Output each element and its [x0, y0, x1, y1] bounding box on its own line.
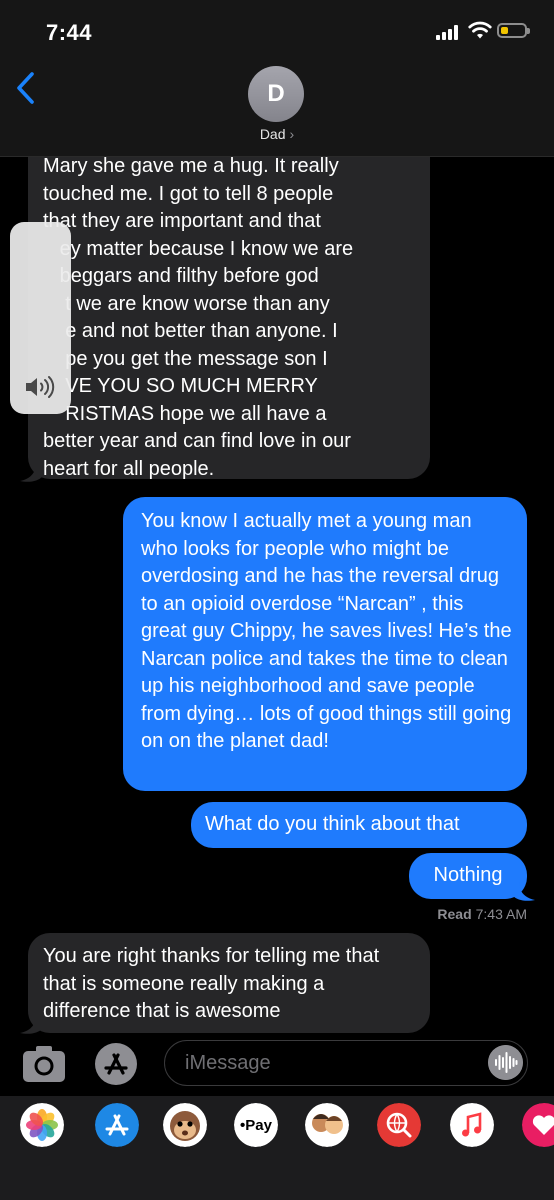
bubble-tail-icon: [20, 463, 42, 482]
read-time: 7:43 AM: [475, 906, 527, 922]
message-line: Mary she gave me a hug. It really: [43, 157, 339, 177]
message-bubble-incoming[interactable]: Mary she gave me a hug. It really touche…: [28, 157, 430, 480]
message-bubble-outgoing[interactable]: Nothing: [409, 853, 527, 899]
app-store-apps-icon[interactable]: [94, 1042, 138, 1086]
message-line: better year and can find love in our: [43, 430, 351, 452]
chevron-right-icon: ›: [289, 126, 295, 142]
wifi-icon: [468, 21, 492, 39]
bubble-tail-icon: [513, 882, 535, 901]
message-thread[interactable]: Mary she gave me a hug. It really touche…: [0, 157, 554, 1034]
app-drawer: • Pay: [0, 1096, 554, 1200]
cellular-signal-icon: [436, 24, 460, 40]
status-bar: 7:44: [0, 0, 554, 60]
contact-avatar[interactable]: D: [248, 66, 304, 122]
battery-icon: [497, 23, 530, 38]
volume-hud: [10, 222, 71, 414]
audio-message-icon[interactable]: [488, 1045, 523, 1080]
conversation-header: D Dad ›: [0, 60, 554, 157]
message-line: VE YOU SO MUCH MERRY: [43, 375, 318, 397]
message-line: beggars and filthy before god: [43, 265, 319, 287]
message-text: You know I actually met a young man who …: [141, 510, 512, 752]
heart-sticker-icon[interactable]: [522, 1103, 554, 1147]
read-label: Read: [437, 906, 472, 922]
message-bubble-outgoing[interactable]: You know I actually met a young man who …: [123, 497, 527, 791]
input-bar: [0, 1034, 554, 1096]
music-icon[interactable]: [450, 1103, 494, 1147]
web-search-icon[interactable]: [377, 1103, 421, 1147]
battery-level: [501, 27, 508, 34]
message-text: You are right thanks for telling me that…: [43, 945, 380, 1022]
message-line: pe you get the message son I: [43, 347, 328, 370]
message-line: ey matter because I know we are: [43, 237, 354, 260]
message-line: RISTMAS hope we all have a: [43, 402, 327, 425]
speaker-volume-icon: [26, 376, 55, 398]
animoji-icon[interactable]: [163, 1103, 207, 1147]
status-time: 7:44: [46, 20, 93, 45]
contact-name-button[interactable]: Dad ›: [0, 126, 554, 142]
message-input[interactable]: [183, 1041, 477, 1086]
bubble-tail-icon: [20, 1015, 42, 1034]
message-text: What do you think about that: [205, 813, 460, 835]
photos-icon[interactable]: [20, 1103, 64, 1147]
read-receipt: Read 7:43 AM: [437, 906, 527, 922]
message-text: Nothing: [433, 864, 503, 886]
message-line: heart for all people.: [43, 457, 215, 480]
avatar-initial: D: [267, 80, 285, 107]
contact-name: Dad: [259, 126, 286, 142]
apple-pay-icon[interactable]: [234, 1103, 278, 1147]
message-bubble-outgoing[interactable]: What do you think about that: [191, 802, 527, 848]
message-line: t we are know worse than any: [43, 292, 330, 315]
camera-icon[interactable]: [22, 1044, 66, 1084]
message-input-container: [164, 1040, 528, 1086]
message-bubble-incoming[interactable]: You are right thanks for telling me that…: [28, 933, 430, 1033]
message-line: that they are important and that: [43, 210, 321, 232]
message-line: touched me. I got to tell 8 people: [43, 182, 334, 205]
memoji-icon[interactable]: [305, 1103, 349, 1147]
back-button[interactable]: [10, 68, 44, 108]
app-store-icon[interactable]: [95, 1103, 139, 1147]
message-line: e and not better than anyone. I: [43, 320, 338, 342]
